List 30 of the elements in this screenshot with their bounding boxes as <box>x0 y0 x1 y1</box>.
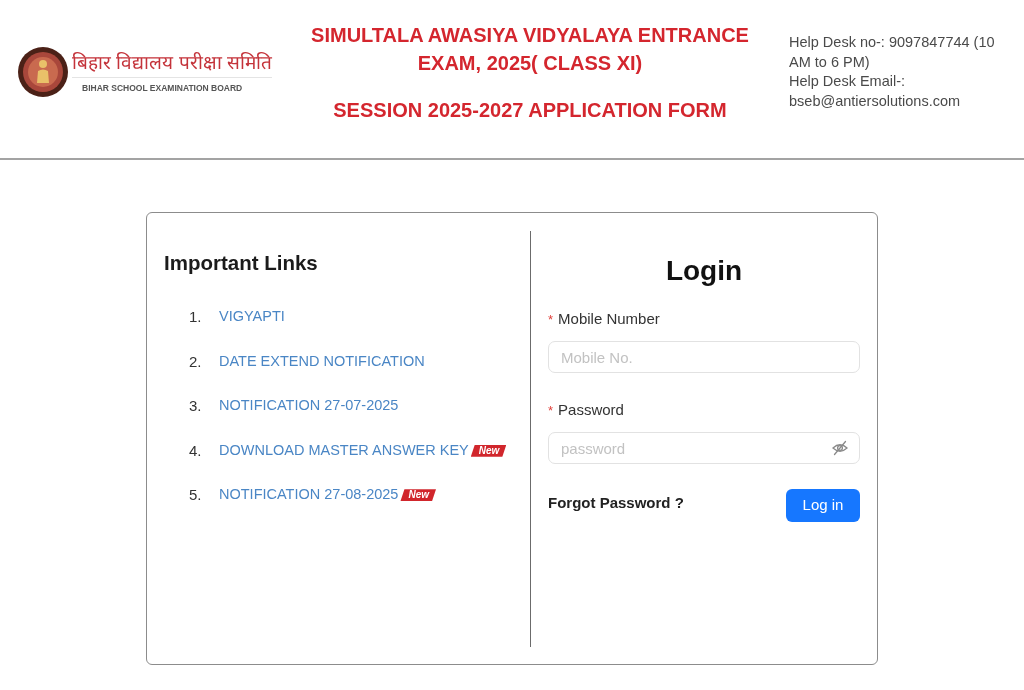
list-number: 5. <box>189 485 203 505</box>
eye-off-icon <box>832 440 848 456</box>
new-badge: New <box>400 489 436 502</box>
field-label: Mobile Number <box>558 309 660 329</box>
list-number: 1. <box>189 307 203 327</box>
link[interactable]: DATE EXTEND NOTIFICATION <box>219 350 425 373</box>
required-mark: * <box>548 402 554 420</box>
list-number: 3. <box>189 396 203 416</box>
form-subtitle: SESSION 2025-2027 APPLICATION FORM <box>332 98 728 123</box>
required-mark: * <box>548 311 554 329</box>
seal-logo <box>18 47 68 97</box>
link[interactable]: NOTIFICATION 27-08-2025 <box>219 484 399 507</box>
mobile-field[interactable]: Mobile No. <box>548 341 860 373</box>
login-heading: Login <box>664 254 744 288</box>
link[interactable]: VIGYAPTI <box>219 306 285 329</box>
link[interactable]: NOTIFICATION 27-07-2025 <box>219 395 399 418</box>
field-label: Password <box>558 400 624 420</box>
section-heading: Important Links <box>164 250 319 276</box>
new-badge: New <box>470 444 507 457</box>
list-number: 4. <box>189 440 203 461</box>
help-desk-email: Help Desk Email-: bseb@antiersolutions.com <box>789 72 962 111</box>
board-name-hindi: बिहार विद्यालय परीक्षा समिति <box>72 51 272 78</box>
board-name-english: BIHAR SCHOOL EXAMINATION BOARD <box>82 82 244 94</box>
help-desk-phone: Help Desk no-: 9097847744 (10 AM to 6 PM) <box>789 33 996 72</box>
list-number: 2. <box>189 351 203 372</box>
login-button[interactable]: Log in <box>786 489 860 522</box>
exam-title: SIMULTALA AWASIYA VIDYALAYA ENTRANCE EXAM, 2025( CLASS XI) <box>310 23 750 76</box>
link[interactable]: DOWNLOAD MASTER ANSWER KEY <box>219 439 469 462</box>
password-field[interactable]: password <box>548 432 860 464</box>
forgot-password-link[interactable]: Forgot Password ? <box>548 492 684 515</box>
